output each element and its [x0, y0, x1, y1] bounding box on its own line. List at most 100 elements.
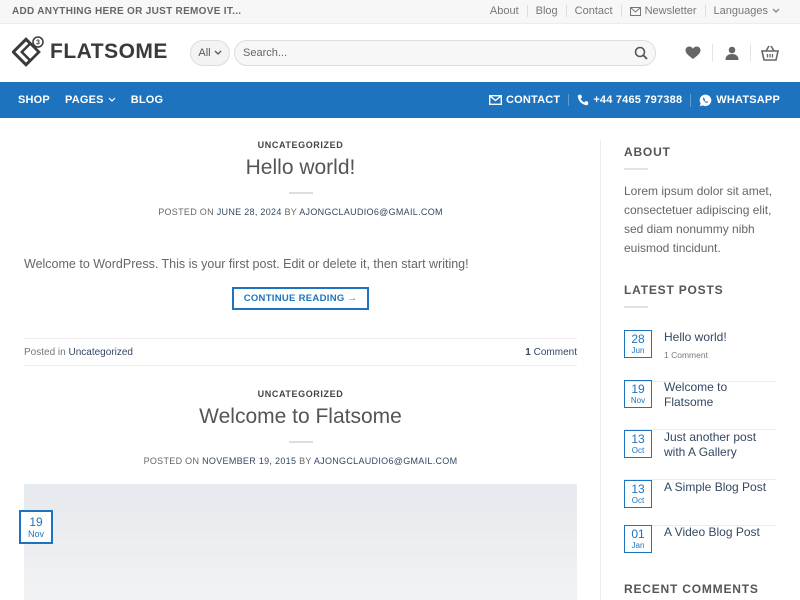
latest-post-title[interactable]: Welcome to Flatsome: [664, 380, 774, 410]
blog-posts: UNCATEGORIZED Hello world! POSTED ON JUN…: [19, 118, 577, 600]
phone-icon: [578, 94, 589, 106]
latest-post-comments[interactable]: 1 Comment: [664, 348, 774, 363]
about-widget: ABOUT Lorem ipsum dolor sit amet, consec…: [624, 145, 784, 258]
posted-on-label: POSTED ON: [143, 456, 200, 466]
nav-item-pages-label: PAGES: [64, 94, 104, 106]
latest-post-title[interactable]: A Simple Blog Post: [664, 480, 774, 495]
top-bar: ADD ANYTHING HERE OR JUST REMOVE IT... A…: [0, 0, 800, 24]
nav-whatsapp-link[interactable]: WHATSAPP: [690, 93, 788, 107]
badge-day: 28: [631, 332, 645, 346]
post-excerpt: Welcome to WordPress. This is your first…: [24, 257, 469, 271]
latest-post-date-badge: 28 Jun: [624, 330, 652, 358]
latest-post-item[interactable]: 19 Nov Welcome to Flatsome: [624, 380, 776, 430]
post-category[interactable]: UNCATEGORIZED: [24, 140, 577, 150]
wishlist-button[interactable]: [674, 44, 712, 62]
account-button[interactable]: [712, 44, 750, 62]
featured-image[interactable]: [24, 484, 577, 600]
badge-month: Jan: [631, 541, 645, 550]
about-title: ABOUT: [624, 145, 671, 159]
nav-phone-label: +44 7465 797388: [593, 94, 683, 106]
about-text: Lorem ipsum dolor sit amet, consectetuer…: [624, 184, 773, 255]
top-link-about[interactable]: About: [482, 5, 527, 17]
nav-item-shop[interactable]: SHOP: [18, 94, 50, 106]
nav-right: CONTACT +44 7465 797388 WHATSAPP: [481, 82, 788, 118]
site-logo[interactable]: 3 FLATSOME: [12, 36, 168, 68]
post-date[interactable]: NOVEMBER 19, 2015: [202, 456, 296, 466]
post-meta: POSTED ON NOVEMBER 19, 2015 BY AJONGCLAU…: [24, 456, 577, 466]
nav-contact-button[interactable]: CONTACT: [481, 94, 568, 106]
badge-day: 19: [631, 382, 645, 396]
post-1: UNCATEGORIZED Hello world! POSTED ON JUN…: [24, 140, 577, 217]
latest-post-item[interactable]: 28 Jun Hello world! 1 Comment: [624, 330, 776, 382]
post-category[interactable]: UNCATEGORIZED: [24, 389, 577, 399]
top-link-languages-label: Languages: [713, 5, 768, 17]
nav-item-pages[interactable]: PAGES: [65, 94, 116, 106]
site-header: 3 FLATSOME All: [0, 24, 800, 82]
post-meta: POSTED ON JUNE 28, 2024 BY AJONGCLAUDIO6…: [24, 207, 577, 217]
latest-post-title[interactable]: Hello world!: [664, 330, 774, 345]
chevron-down-icon: [772, 8, 780, 13]
latest-post-item[interactable]: 01 Jan A Video Blog Post: [624, 525, 776, 565]
badge-month: Oct: [631, 496, 645, 505]
category-select[interactable]: All: [190, 40, 230, 66]
cart-button[interactable]: [750, 44, 788, 62]
envelope-icon: [488, 95, 502, 105]
continue-reading-button[interactable]: CONTINUE READING →: [231, 287, 370, 310]
recent-comments-title: RECENT COMMENTS: [624, 582, 759, 596]
by-label: BY: [299, 456, 312, 466]
chevron-down-icon: [214, 50, 222, 55]
badge-day: 13: [631, 432, 645, 446]
latest-post-text: Hello world! 1 Comment: [664, 330, 774, 363]
search-box: [234, 40, 656, 66]
latest-posts-widget: LATEST POSTS: [624, 283, 784, 308]
badge-month: Nov: [27, 529, 44, 539]
latest-post-item[interactable]: 13 Oct Just another post with A Gallery: [624, 430, 776, 480]
logo-icon: 3: [12, 36, 44, 67]
nav-item-blog[interactable]: BLOG: [131, 94, 164, 106]
recent-comments-widget: RECENT COMMENTS: [624, 582, 784, 596]
continue-wrap: CONTINUE READING →: [24, 287, 577, 310]
post-title[interactable]: Welcome to Flatsome: [24, 405, 577, 429]
post-author[interactable]: AJONGCLAUDIO6@GMAIL.COM: [299, 207, 443, 217]
posted-on-label: POSTED ON: [158, 207, 214, 217]
latest-post-title[interactable]: A Video Blog Post: [664, 525, 774, 540]
logo-text: FLATSOME: [50, 40, 168, 63]
posted-in-label: Posted in: [24, 347, 66, 358]
top-link-contact[interactable]: Contact: [565, 5, 621, 17]
user-icon: [725, 46, 738, 60]
latest-post-item[interactable]: 13 Oct A Simple Blog Post: [624, 480, 776, 526]
nav-whatsapp-label: WHATSAPP: [716, 94, 780, 106]
widget-divider: [624, 306, 648, 308]
latest-posts-title: LATEST POSTS: [624, 283, 724, 297]
svg-text:3: 3: [36, 40, 40, 47]
latest-post-date-badge: 01 Jan: [624, 525, 652, 553]
nav-phone-link[interactable]: +44 7465 797388: [568, 94, 690, 106]
badge-month: Oct: [631, 446, 645, 455]
comments-link[interactable]: 1 Comment: [525, 347, 577, 358]
widget-divider: [624, 168, 648, 170]
nav-contact-label: CONTACT: [505, 94, 561, 106]
post-date-badge: 19 Nov: [19, 510, 53, 544]
top-link-newsletter[interactable]: Newsletter: [620, 5, 705, 17]
top-bar-promo: ADD ANYTHING HERE OR JUST REMOVE IT...: [12, 6, 242, 17]
nav-left: SHOP PAGES BLOG: [18, 82, 163, 118]
post-footer: Posted in Uncategorized 1 Comment: [24, 338, 577, 366]
search-input[interactable]: [235, 41, 615, 65]
comments-count: 1: [525, 347, 531, 358]
post-title[interactable]: Hello world!: [24, 156, 577, 180]
post-date[interactable]: JUNE 28, 2024: [217, 207, 282, 217]
top-bar-links: About Blog Contact Newsletter Languages: [482, 5, 788, 17]
heart-icon: [685, 46, 701, 59]
latest-post-title[interactable]: Just another post with A Gallery: [664, 430, 774, 460]
main-nav: SHOP PAGES BLOG CONTACT +44 7465 797388 …: [0, 82, 800, 118]
top-link-blog[interactable]: Blog: [526, 5, 566, 17]
posted-in-category[interactable]: Uncategorized: [68, 347, 132, 358]
whatsapp-icon: [699, 94, 712, 106]
sidebar-divider: [600, 140, 601, 600]
search-icon[interactable]: [634, 46, 648, 60]
sidebar: ABOUT Lorem ipsum dolor sit amet, consec…: [624, 118, 784, 600]
top-link-languages[interactable]: Languages: [704, 5, 788, 17]
post-author[interactable]: AJONGCLAUDIO6@GMAIL.COM: [314, 456, 458, 466]
search-area: All: [190, 40, 656, 66]
title-divider: [288, 441, 313, 443]
